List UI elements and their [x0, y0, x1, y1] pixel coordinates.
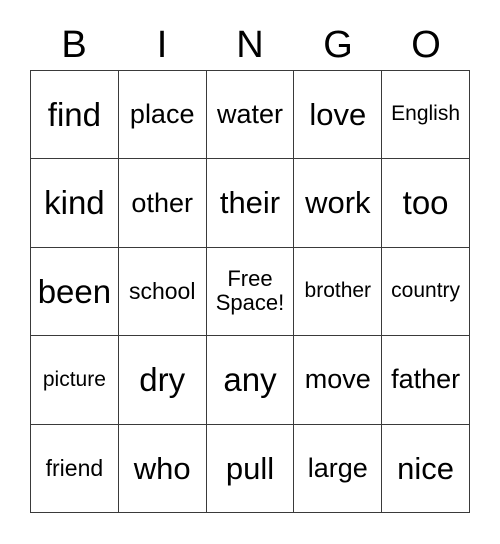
bingo-cell-r3c2[interactable]: school	[118, 247, 207, 337]
bingo-cell-r3c4[interactable]: brother	[294, 247, 383, 337]
bingo-cell-label: English	[391, 102, 461, 126]
header-letter-n: N	[236, 24, 264, 66]
header-letter-b: B	[61, 24, 87, 66]
bingo-cell-r5c1[interactable]: friend	[31, 424, 119, 513]
bingo-cell-label: been	[37, 272, 112, 310]
bingo-cell-label: too	[402, 184, 449, 222]
bingo-cell-r4c3[interactable]: any	[206, 336, 295, 425]
bingo-cell-r3c5[interactable]: country	[382, 247, 470, 337]
bingo-cell-r4c2[interactable]: dry	[118, 336, 207, 425]
bingo-cell-label: dry	[139, 361, 186, 399]
bingo-cell-label: brother	[304, 279, 372, 303]
bingo-cell-r1c2[interactable]: place	[118, 71, 207, 160]
header-letter-g: G	[323, 24, 353, 66]
bingo-cell-r5c3[interactable]: pull	[206, 424, 295, 513]
bingo-cell-r5c2[interactable]: who	[118, 424, 207, 513]
bingo-cell-r4c4[interactable]: move	[294, 336, 383, 425]
bingo-cell-r3c1[interactable]: been	[31, 247, 119, 337]
bingo-grid: find place water love English kind other…	[30, 70, 470, 513]
bingo-cell-label: pull	[225, 450, 275, 486]
bingo-cell-label: nice	[397, 450, 455, 486]
bingo-cell-r5c5[interactable]: nice	[382, 424, 470, 513]
bingo-cell-r2c3[interactable]: their	[206, 159, 295, 248]
bingo-cell-r1c5[interactable]: English	[382, 71, 470, 160]
bingo-cell-label: water	[216, 99, 283, 130]
bingo-cell-label: place	[129, 99, 195, 130]
bingo-cell-label: any	[223, 361, 277, 399]
header-letter-i: I	[156, 24, 168, 66]
bingo-cell-label: kind	[44, 184, 105, 222]
bingo-cell-r4c1[interactable]: picture	[31, 336, 119, 425]
bingo-cell-r2c5[interactable]: too	[382, 159, 470, 248]
bingo-cell-r1c3[interactable]: water	[206, 71, 295, 160]
header-letter-o: O	[411, 24, 441, 66]
bingo-cell-label: large	[307, 452, 368, 483]
bingo-cell-r4c5[interactable]: father	[382, 336, 470, 425]
free-space-label: Free Space!	[215, 265, 285, 316]
bingo-cell-label: father	[391, 364, 461, 395]
bingo-cell-r1c4[interactable]: love	[294, 71, 383, 160]
bingo-cell-label: country	[391, 279, 461, 303]
bingo-cell-label: school	[128, 278, 196, 305]
bingo-cell-label: friend	[45, 454, 104, 481]
bingo-cell-label: picture	[42, 367, 106, 391]
bingo-card: B I N G O find place water love English …	[0, 0, 500, 544]
bingo-cell-label: find	[47, 95, 101, 133]
bingo-cell-label: other	[131, 187, 193, 218]
bingo-cell-label: who	[133, 450, 191, 486]
bingo-cell-r1c1[interactable]: find	[31, 71, 119, 160]
bingo-cell-r2c2[interactable]: other	[118, 159, 207, 248]
bingo-cell-r2c1[interactable]: kind	[31, 159, 119, 248]
bingo-cell-free-space[interactable]: Free Space!	[206, 247, 295, 337]
bingo-header-row: B I N G O	[30, 20, 470, 70]
bingo-cell-label: love	[309, 96, 367, 132]
bingo-cell-label: their	[219, 185, 281, 221]
bingo-cell-r5c4[interactable]: large	[294, 424, 383, 513]
bingo-cell-label: move	[304, 364, 371, 395]
bingo-cell-label: work	[305, 185, 371, 221]
bingo-cell-r2c4[interactable]: work	[294, 159, 383, 248]
